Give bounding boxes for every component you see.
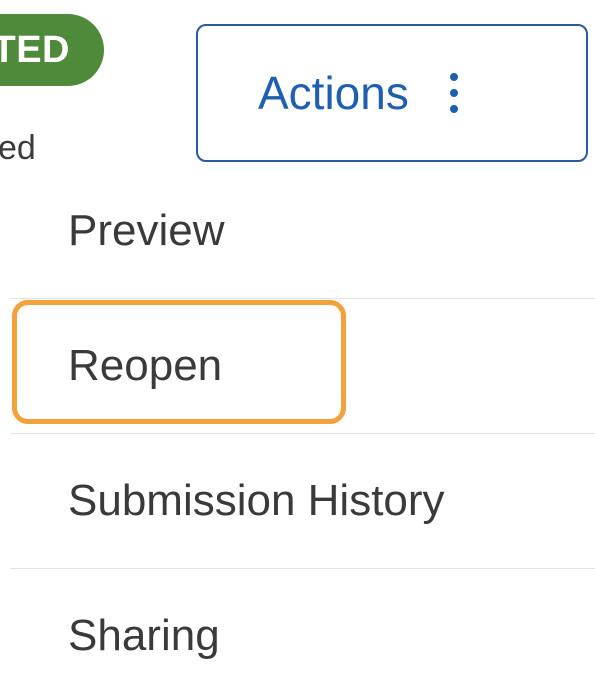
menu-item-sharing[interactable]: Sharing	[0, 569, 595, 691]
status-subtext: ed	[0, 129, 36, 167]
menu-item-submission-history[interactable]: Submission History	[0, 434, 595, 568]
menu-item-reopen[interactable]: Reopen	[0, 299, 595, 433]
actions-label: Actions	[258, 67, 409, 119]
actions-dropdown-menu: Preview Reopen Submission History Sharin…	[0, 164, 595, 691]
page: TED ed Actions Preview Reopen Submission…	[0, 0, 595, 691]
menu-item-preview[interactable]: Preview	[0, 164, 595, 298]
kebab-vertical-icon	[449, 73, 459, 113]
actions-button[interactable]: Actions	[196, 24, 588, 162]
status-badge: TED	[0, 14, 104, 86]
